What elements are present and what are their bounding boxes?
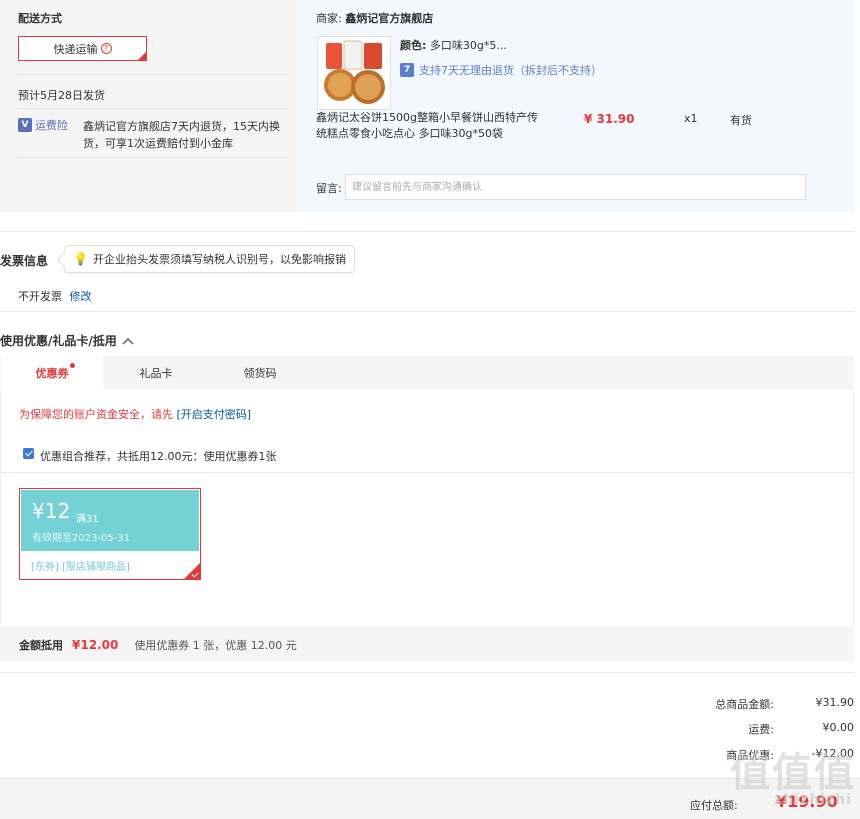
return-policy: 7 支持7天无理由退货（拆封后不支持） — [400, 62, 602, 78]
help-icon[interactable]: ? — [100, 43, 112, 54]
summary-total-row: 总商品金额: ¥31.90 — [704, 696, 854, 712]
shipping-insurance[interactable]: V 运费险 — [18, 117, 68, 133]
invoice-modify-link[interactable]: 修改 — [70, 290, 92, 303]
return-7day-icon: 7 — [400, 63, 414, 77]
deduct-label: 金额抵用 — [19, 639, 63, 652]
coupon-condition: 满31 — [76, 514, 99, 525]
invoice-tip-text: 开企业抬头发票须填写纳税人识别号，以免影响报销 — [92, 253, 346, 266]
divider — [18, 157, 288, 158]
coupon-header: ¥12 满31 有效期至2023-05-31 — [21, 490, 199, 551]
shield-icon: V — [18, 118, 32, 132]
discount-header: 使用优惠/礼品卡/抵用 — [0, 334, 117, 348]
divider — [18, 74, 288, 75]
tab-redeem-code[interactable]: 领货码 — [209, 356, 311, 390]
invoice-status: 不开发票 — [18, 290, 62, 303]
coupon-valid-date: 有效期至2023-05-31 — [32, 533, 131, 544]
seller-info: 商家: 鑫炳记官方旗舰店 — [316, 10, 433, 26]
coupon-amount: ¥12 — [32, 499, 71, 523]
seller-prefix: 商家: — [316, 12, 342, 25]
total-value: ¥31.90 — [815, 696, 855, 709]
security-notice: 为保障您的账户资金安全，请先 [开启支付密码] — [19, 406, 251, 422]
insurance-label: 运费险 — [35, 119, 68, 132]
total-label: 总商品金额: — [715, 698, 774, 711]
enable-pay-password-link[interactable]: [开启支付密码] — [177, 408, 252, 421]
summary-shipping-row: 运费: ¥0.00 — [704, 721, 854, 737]
security-text: 为保障您的账户资金安全，请先 — [19, 408, 173, 421]
discount-summary-bar: 金额抵用 ¥12.00 使用优惠券 1 张，优惠 12.00 元 — [0, 628, 854, 662]
tab-gift-card[interactable]: 礼品卡 — [103, 356, 209, 390]
invoice-status-row: 不开发票 修改 — [18, 288, 92, 304]
divider — [0, 231, 854, 232]
product-title[interactable]: 鑫炳记太谷饼1500g整箱小早餐饼山西特产传 统糕点零食小吃点心 多口味30g*… — [316, 110, 556, 142]
watermark-logo: 值值值 — [730, 750, 856, 796]
divider — [1, 472, 853, 473]
delivery-header: 配送方式 — [18, 12, 62, 25]
coupon-card[interactable]: ¥12 满31 有效期至2023-05-31 [东券] [限店铺限商品] — [19, 488, 201, 580]
new-dot-icon — [70, 363, 75, 368]
seller-name[interactable]: 鑫炳记官方旗舰店 — [345, 12, 433, 25]
invoice-header: 发票信息 — [0, 254, 49, 268]
selected-corner-icon — [183, 562, 201, 580]
color-value: 多口味30g*5... — [429, 39, 507, 52]
shipping-value: ¥0.00 — [822, 721, 855, 734]
express-shipping-option[interactable]: 快递运输 ? — [18, 36, 147, 61]
shipping-label: 运费: — [748, 723, 774, 736]
stock-status: 有货 — [730, 114, 752, 127]
tab-coupons[interactable]: 优惠券 — [1, 356, 103, 390]
shipping-method-label: 快递运输 — [53, 42, 98, 56]
product-color: 颜色: 多口味30g*5... — [400, 37, 507, 53]
return-policy-text: 支持7天无理由退货（拆封后不支持） — [419, 64, 602, 77]
product-thumbnail[interactable] — [317, 36, 391, 110]
combo-recommend-text: 优惠组合推荐，共抵用12.00元：使用优惠券1张 — [40, 450, 277, 463]
combo-checkbox[interactable] — [23, 448, 34, 459]
discount-tabs: 优惠券 礼品卡 领货码 — [0, 356, 854, 390]
payable-label: 应付总额: — [690, 799, 738, 812]
delivery-panel: 配送方式 快递运输 ? 预计5月28日发货 V 运费险 鑫炳记官方旗舰店7天内退… — [0, 0, 298, 212]
divider — [18, 108, 288, 109]
message-label: 留言: — [316, 182, 342, 195]
product-quantity: x1 — [684, 112, 698, 125]
deduct-value: ¥12.00 — [72, 638, 119, 652]
coupon-tags: [东券] [限店铺限商品] — [31, 562, 130, 573]
estimated-ship-date: 预计5月28日发货 — [18, 89, 105, 102]
selected-corner-icon — [137, 51, 147, 61]
insurance-description: 鑫炳记官方旗舰店7天内退货，15天内换 货，可享1次运费赔付到小金库 — [83, 120, 280, 150]
watermark-text: zhizhizhi — [774, 792, 852, 808]
deduct-description: 使用优惠券 1 张，优惠 12.00 元 — [134, 639, 297, 652]
message-input[interactable] — [345, 174, 806, 200]
lightbulb-icon: 💡 — [73, 252, 88, 266]
divider — [0, 672, 854, 673]
product-price: ¥ 31.90 — [584, 112, 635, 126]
chevron-up-icon — [122, 337, 134, 344]
color-label: 颜色: — [400, 39, 427, 52]
invoice-tip: 💡 开企业抬头发票须填写纳税人识别号，以免影响报销 — [64, 245, 355, 273]
discount-header-toggle[interactable]: 使用优惠/礼品卡/抵用 — [0, 332, 135, 349]
divider — [0, 311, 854, 312]
